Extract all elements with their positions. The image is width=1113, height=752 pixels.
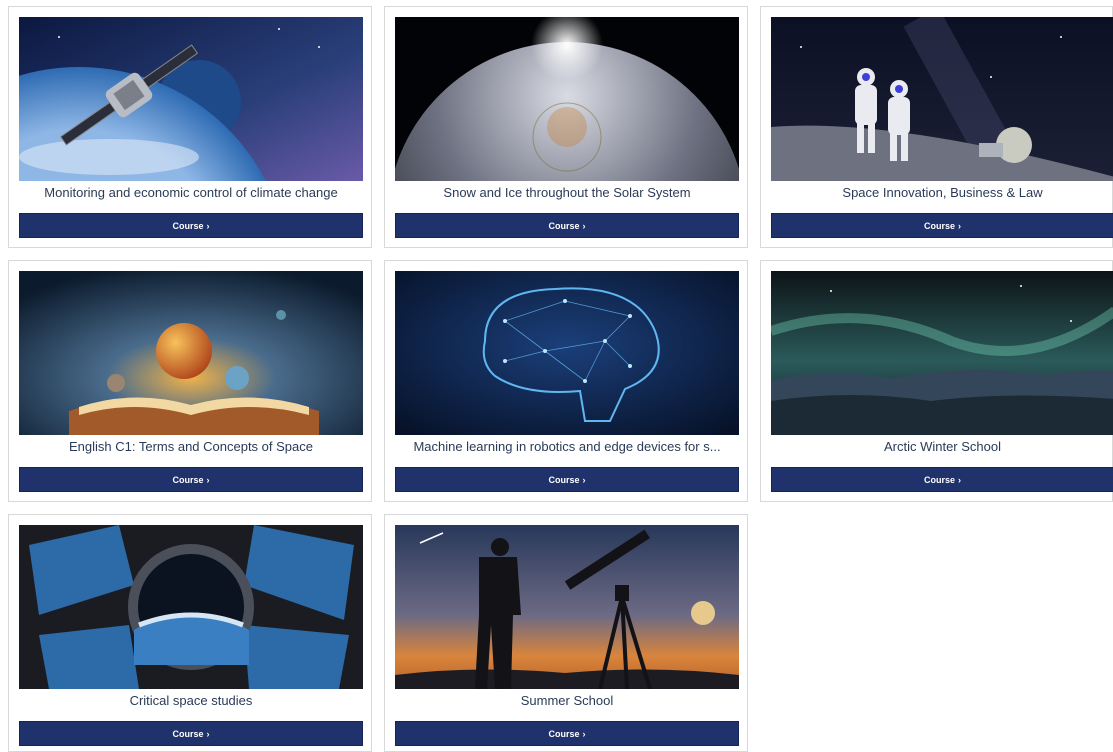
course-button[interactable]: Course ›: [19, 467, 363, 492]
course-image-stargazer[interactable]: [395, 525, 739, 689]
chevron-right-icon: ›: [206, 220, 210, 231]
chevron-right-icon: ›: [582, 474, 586, 485]
course-button[interactable]: Course ›: [395, 213, 739, 238]
course-title[interactable]: Monitoring and economic control of clima…: [19, 185, 363, 203]
chevron-right-icon: ›: [206, 474, 210, 485]
course-button-label: Course: [548, 220, 580, 231]
course-image-planet[interactable]: [395, 17, 739, 181]
course-button[interactable]: Course ›: [19, 721, 363, 746]
chevron-right-icon: ›: [582, 728, 586, 739]
course-card[interactable]: Critical space studies Course ›: [8, 514, 372, 752]
course-button-label: Course: [548, 474, 580, 485]
course-button-label: Course: [172, 728, 204, 739]
course-title[interactable]: Space Innovation, Business & Law: [771, 185, 1113, 203]
chevron-right-icon: ›: [206, 728, 210, 739]
course-card[interactable]: Summer School Course ›: [384, 514, 748, 752]
course-image-aurora[interactable]: [771, 271, 1113, 435]
course-image-station-window[interactable]: [19, 525, 363, 689]
course-card[interactable]: Space Innovation, Business & Law Course …: [760, 6, 1113, 248]
course-card[interactable]: Machine learning in robotics and edge de…: [384, 260, 748, 502]
course-title[interactable]: Summer School: [395, 693, 739, 711]
course-title[interactable]: Arctic Winter School: [771, 439, 1113, 457]
course-button-label: Course: [548, 728, 580, 739]
course-card[interactable]: Snow and Ice throughout the Solar System…: [384, 6, 748, 248]
course-title[interactable]: Snow and Ice throughout the Solar System: [395, 185, 739, 203]
course-card[interactable]: Arctic Winter School Course ›: [760, 260, 1113, 502]
course-title[interactable]: Critical space studies: [19, 693, 363, 711]
chevron-right-icon: ›: [958, 474, 961, 485]
course-image-satellite[interactable]: [19, 17, 363, 181]
course-button[interactable]: Course ›: [771, 213, 1113, 238]
course-button-label: Course: [172, 220, 204, 231]
course-card[interactable]: English C1: Terms and Concepts of Space …: [8, 260, 372, 502]
course-card[interactable]: Monitoring and economic control of clima…: [8, 6, 372, 248]
course-title[interactable]: Machine learning in robotics and edge de…: [395, 439, 739, 457]
course-image-book[interactable]: [19, 271, 363, 435]
course-image-astronauts[interactable]: [771, 17, 1113, 181]
course-image-brain[interactable]: [395, 271, 739, 435]
course-button[interactable]: Course ›: [19, 213, 363, 238]
course-button[interactable]: Course ›: [771, 467, 1113, 492]
course-button[interactable]: Course ›: [395, 721, 739, 746]
course-button[interactable]: Course ›: [395, 467, 739, 492]
chevron-right-icon: ›: [958, 220, 961, 231]
course-title[interactable]: English C1: Terms and Concepts of Space: [19, 439, 363, 457]
course-button-label: Course: [923, 474, 955, 485]
course-button-label: Course: [923, 220, 955, 231]
course-button-label: Course: [172, 474, 204, 485]
chevron-right-icon: ›: [582, 220, 586, 231]
